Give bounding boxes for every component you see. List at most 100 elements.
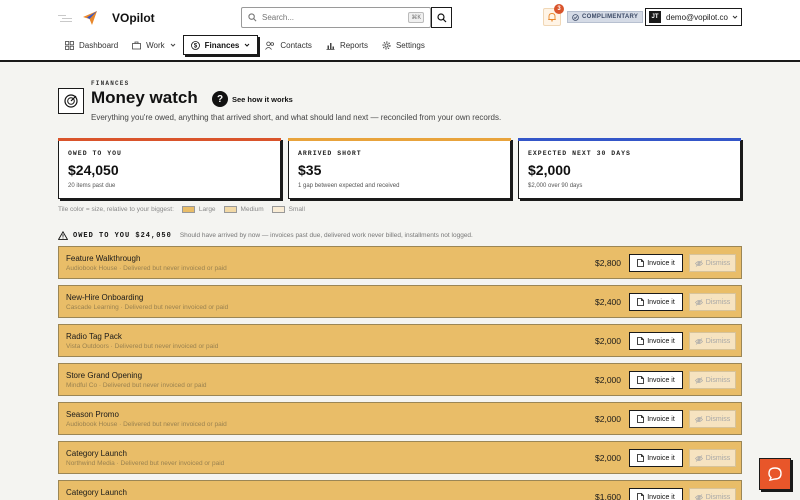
dismiss-button-label: Dismiss [705, 298, 731, 306]
invoice-button-label: Invoice it [647, 415, 675, 423]
eye-off-icon [694, 376, 703, 384]
tile-color-legend: Tile color = size, relative to your bigg… [58, 206, 305, 213]
user-email: demo@vopilot.co [666, 12, 728, 22]
document-icon [637, 337, 645, 345]
table-row[interactable]: Feature Walkthrough Audiobook House · Del… [58, 246, 742, 279]
top-bar: VOpilot ⌘K 3 COMPLIMENTARY JT demo@vopil… [0, 0, 800, 62]
card-expected-next-30-days[interactable]: EXPECTED NEXT 30 DAYS $2,000 $2,000 over… [518, 138, 741, 199]
invoice-button-label: Invoice it [647, 493, 675, 500]
plan-badge: COMPLIMENTARY [567, 11, 644, 23]
dollar-icon: $ [190, 40, 200, 50]
legend-swatch-large [181, 206, 195, 213]
legend-swatch-medium [223, 206, 237, 213]
card-note: $2,000 over 90 days [528, 183, 583, 189]
table-row[interactable]: Category Launch $1,600 Invoice it Dismiss [58, 480, 742, 500]
invoice-button[interactable]: Invoice it [629, 488, 683, 500]
eye-off-icon [694, 298, 703, 306]
dismiss-button-label: Dismiss [705, 376, 731, 384]
dismiss-button[interactable]: Dismiss [689, 293, 736, 311]
dismiss-button[interactable]: Dismiss [689, 410, 736, 428]
row-title: Category Launch [66, 449, 127, 458]
invoice-button-label: Invoice it [647, 298, 675, 306]
table-row[interactable]: Category Launch Northwind Media · Deliver… [58, 441, 742, 474]
legend-caption: Tile color = size, relative to your bigg… [58, 206, 174, 213]
card-arrived-short[interactable]: ARRIVED SHORT $35 1 gap between expected… [288, 138, 511, 199]
dismiss-button-label: Dismiss [705, 259, 731, 267]
nav-work[interactable]: Work [125, 35, 183, 55]
row-amount: $1,600 [595, 492, 621, 500]
search-icon [248, 13, 257, 22]
row-subtitle: Audiobook House · Delivered but never in… [66, 265, 227, 272]
search-shortcut: ⌘K [408, 12, 424, 23]
card-note: 1 gap between expected and received [298, 183, 400, 189]
check-circle-icon [572, 13, 579, 21]
invoice-button-label: Invoice it [647, 376, 675, 384]
logo[interactable]: VOpilot [58, 8, 155, 28]
nav-contacts-label: Contacts [280, 40, 312, 50]
invoice-button[interactable]: Invoice it [629, 449, 683, 467]
legend-swatch-small [271, 206, 285, 213]
row-amount: $2,800 [595, 258, 621, 268]
nav-settings-label: Settings [395, 40, 425, 50]
card-owed-to-you[interactable]: OWED TO YOU $24,050 20 items past due [58, 138, 281, 199]
brand-name: VOpilot [112, 11, 155, 25]
nav-dashboard[interactable]: Dashboard [58, 35, 125, 55]
section-title: OWED TO YOU $24,050 [73, 231, 172, 240]
invoice-button[interactable]: Invoice it [629, 332, 683, 350]
row-subtitle: Northwind Media · Delivered but never in… [66, 460, 225, 467]
nav-finances[interactable]: $ Finances [182, 35, 259, 55]
user-menu[interactable]: JT demo@vopilot.co [645, 8, 742, 26]
help-icon[interactable]: ? [212, 91, 228, 107]
nav-reports[interactable]: Reports [319, 35, 375, 55]
document-icon [637, 454, 645, 462]
dismiss-button[interactable]: Dismiss [689, 371, 736, 389]
row-amount: $2,000 [595, 453, 621, 463]
invoice-button[interactable]: Invoice it [629, 254, 683, 272]
invoice-button[interactable]: Invoice it [629, 410, 683, 428]
dashboard-icon [65, 40, 74, 50]
nav-contacts[interactable]: Contacts [258, 35, 319, 55]
eye-off-icon [694, 337, 703, 345]
invoice-button[interactable]: Invoice it [629, 371, 683, 389]
dismiss-button[interactable]: Dismiss [689, 449, 736, 467]
page-subtitle: Everything you're owed, anything that ar… [91, 113, 502, 122]
card-value: $2,000 [528, 162, 571, 178]
nav-settings[interactable]: Settings [375, 35, 432, 55]
money-watch-icon [58, 88, 84, 114]
eye-off-icon [694, 415, 703, 423]
row-amount: $2,000 [595, 336, 621, 346]
dismiss-button[interactable]: Dismiss [689, 332, 736, 350]
invoice-button[interactable]: Invoice it [629, 293, 683, 311]
invoice-button-label: Invoice it [647, 259, 675, 267]
chevron-down-icon [245, 43, 250, 47]
paper-plane-icon [83, 11, 97, 25]
table-row[interactable]: New-Hire Onboarding Cascade Learning · De… [58, 285, 742, 318]
briefcase-icon [132, 41, 142, 49]
card-stripe [58, 138, 281, 141]
search-input[interactable] [262, 13, 402, 22]
row-subtitle: Cascade Learning · Delivered but never i… [66, 304, 229, 311]
contacts-icon [265, 41, 275, 50]
eye-off-icon [694, 493, 703, 500]
search-box[interactable]: ⌘K [241, 7, 431, 28]
table-row[interactable]: Radio Tag Pack Vista Outdoors · Delivered… [58, 324, 742, 357]
dismiss-button-label: Dismiss [705, 454, 731, 462]
page-eyebrow: FINANCES [91, 80, 130, 87]
eye-off-icon [694, 259, 703, 267]
see-how-it-works-link[interactable]: See how it works [232, 95, 293, 104]
chat-button[interactable] [759, 458, 791, 490]
dismiss-button[interactable]: Dismiss [689, 488, 736, 500]
invoice-button-label: Invoice it [647, 454, 675, 462]
dismiss-button[interactable]: Dismiss [689, 254, 736, 272]
row-title: Radio Tag Pack [66, 332, 122, 341]
legend-label-small: Small [288, 206, 305, 213]
legend-label-large: Large [198, 206, 216, 213]
section-description: Should have arrived by now — invoices pa… [179, 232, 473, 239]
eye-off-icon [694, 454, 703, 462]
table-row[interactable]: Store Grand Opening Mindful Co · Delivere… [58, 363, 742, 396]
card-label: ARRIVED SHORT [298, 150, 362, 157]
row-title: Feature Walkthrough [66, 254, 141, 263]
search-button[interactable] [431, 7, 452, 28]
card-stripe [288, 138, 511, 141]
table-row[interactable]: Season Promo Audiobook House · Delivered … [58, 402, 742, 435]
